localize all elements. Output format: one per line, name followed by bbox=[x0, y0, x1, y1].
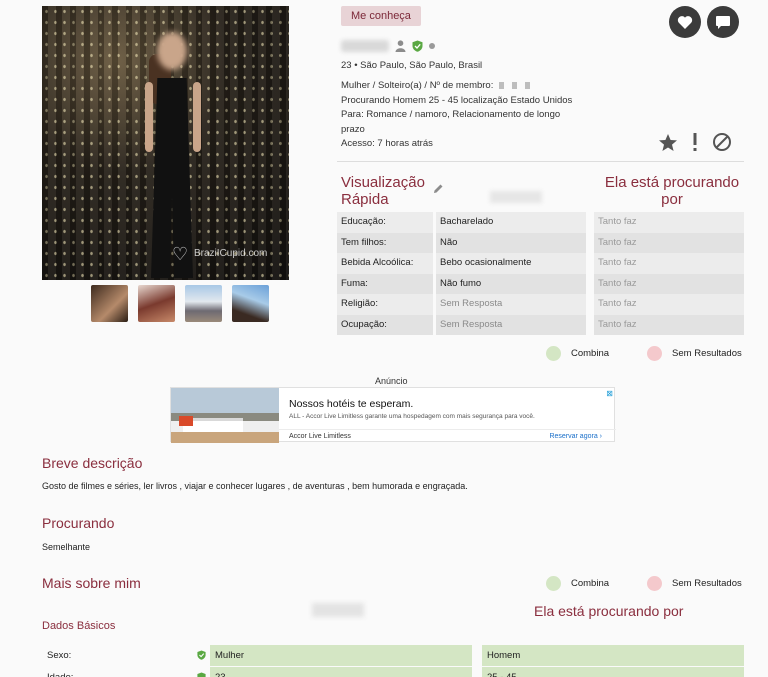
row-preference: Tanto faz bbox=[594, 314, 744, 335]
row-value: Bebo ocasionalmente bbox=[436, 253, 586, 274]
row-preference: Tanto faz bbox=[594, 212, 744, 233]
message-button[interactable] bbox=[707, 6, 739, 38]
row-preference: Tanto faz bbox=[594, 273, 744, 294]
photo-watermark: ♡ BraziICupid.com bbox=[172, 244, 268, 264]
table-row: Educação: Bacharelado Tanto faz bbox=[337, 212, 744, 233]
row-preference: Tanto faz bbox=[594, 253, 744, 274]
looking-for-text: Semelhante bbox=[42, 542, 91, 552]
details-line: Mulher / Solteiro(a) / Nº de membro: bbox=[341, 79, 572, 94]
blurred-username bbox=[341, 40, 389, 52]
table-row: Tem filhos: Não Tanto faz bbox=[337, 232, 744, 253]
chat-icon bbox=[716, 15, 730, 29]
verified-shield-icon bbox=[197, 650, 206, 660]
row-value: Sem Resposta bbox=[436, 314, 586, 335]
ad-brand: Accor Live Limitless bbox=[289, 433, 351, 440]
photo-thumbnail[interactable] bbox=[185, 285, 222, 322]
legend-nomatch: Sem Resultados bbox=[647, 346, 742, 361]
ad-banner[interactable]: Nossos hotéis te esperam. ALL - Accor Li… bbox=[170, 387, 616, 443]
legend-nomatch: Sem Resultados bbox=[647, 576, 742, 591]
location-line: 23 • São Paulo, São Paulo, Brasil bbox=[341, 60, 483, 71]
photo-thumbnail[interactable] bbox=[138, 285, 175, 322]
profile-main-photo[interactable]: ♡ BraziICupid.com bbox=[42, 6, 289, 280]
ad-close-icon[interactable]: ⊠ bbox=[606, 389, 613, 398]
row-value: 23 bbox=[210, 667, 472, 677]
star-icon[interactable] bbox=[658, 133, 678, 152]
photo-thumbnails bbox=[91, 285, 269, 322]
ad-cta-link[interactable]: Reservar agora › bbox=[549, 433, 602, 440]
profile-info: 23 • São Paulo, São Paulo, Brasil bbox=[341, 59, 482, 74]
row-value: Não bbox=[436, 232, 586, 253]
row-preference: Tanto faz bbox=[594, 294, 744, 315]
basic-data-title: Dados Básicos bbox=[42, 620, 116, 632]
row-label: Religião: bbox=[337, 294, 433, 315]
match-legend-2: Combina Sem Resultados bbox=[546, 576, 742, 591]
row-label: Educação: bbox=[337, 212, 433, 233]
blurred-username-column bbox=[490, 191, 542, 203]
relationship-line-cont: prazo bbox=[341, 123, 365, 135]
row-preference: Tanto faz bbox=[594, 232, 744, 253]
profile-divider bbox=[337, 161, 744, 162]
quick-view-seeking-title: Ela está procurando por bbox=[604, 174, 740, 208]
photo-person bbox=[137, 26, 207, 280]
row-value: Bacharelado bbox=[436, 212, 586, 233]
online-status-dot bbox=[429, 43, 435, 49]
seeking-line: Procurando Homem 25 - 45 localização Est… bbox=[341, 94, 573, 106]
row-label: Bebida Alcoólica: bbox=[337, 253, 433, 274]
blurred-username-column bbox=[312, 603, 364, 617]
short-description-title: Breve descrição bbox=[42, 455, 143, 471]
row-preference: Homem bbox=[482, 645, 744, 666]
table-row: Sexo: Mulher Homem bbox=[42, 645, 744, 666]
like-button[interactable] bbox=[669, 6, 701, 38]
ad-footer: Accor Live Limitless Reservar agora › bbox=[279, 429, 616, 442]
relationship-line: Para: Romance / namoro, Relacionamento d… bbox=[341, 109, 561, 120]
quick-view-title: Visualização Rápida bbox=[341, 174, 425, 208]
quick-view-table: Educação: Bacharelado Tanto faz Tem filh… bbox=[337, 212, 744, 335]
table-row: Ocupação: Sem Resposta Tanto faz bbox=[337, 314, 744, 335]
row-label: Sexo: bbox=[47, 650, 72, 661]
short-description-text: Gosto de filmes e séries, ler livros , v… bbox=[42, 481, 468, 491]
profile-details: Mulher / Solteiro(a) / Nº de membro: Pro… bbox=[341, 79, 572, 152]
row-value: Sem Resposta bbox=[436, 294, 586, 315]
row-value: Mulher bbox=[210, 645, 472, 666]
table-row: Fuma: Não fumo Tanto faz bbox=[337, 273, 744, 294]
row-label: Tem filhos: bbox=[337, 232, 433, 253]
table-row: Idade: 23 25 - 45 bbox=[42, 667, 744, 677]
report-icon[interactable] bbox=[691, 132, 699, 152]
row-label: Idade: bbox=[47, 667, 73, 677]
nomatch-swatch bbox=[647, 346, 663, 361]
profile-action-icons bbox=[658, 132, 732, 152]
heart-icon bbox=[677, 15, 693, 29]
watermark-heart-icon: ♡ bbox=[172, 244, 189, 264]
legend-match: Combina bbox=[546, 576, 609, 591]
photo-thumbnail[interactable] bbox=[91, 285, 128, 322]
match-swatch bbox=[546, 346, 561, 361]
row-label: Fuma: bbox=[337, 273, 433, 294]
ad-subtitle: ALL - Accor Live Limitless garante uma h… bbox=[289, 413, 535, 420]
table-row: Religião: Sem Resposta Tanto faz bbox=[337, 294, 744, 315]
match-swatch bbox=[546, 576, 561, 591]
looking-for-title: Procurando bbox=[42, 515, 115, 531]
last-access-line: Acesso: 7 horas atrás bbox=[341, 138, 433, 149]
row-preference: 25 - 45 bbox=[482, 667, 744, 677]
ad-title: Nossos hotéis te esperam. bbox=[289, 398, 414, 410]
match-legend: Combina Sem Resultados bbox=[546, 346, 742, 361]
profile-name-row bbox=[341, 40, 435, 52]
pencil-icon[interactable] bbox=[433, 183, 444, 194]
table-row: Bebida Alcoólica: Bebo ocasionalmente Ta… bbox=[337, 253, 744, 274]
more-about-seeking-title: Ela está procurando por bbox=[534, 603, 684, 619]
photo-thumbnail[interactable] bbox=[232, 285, 269, 322]
meet-me-button[interactable]: Me conheça bbox=[341, 6, 421, 26]
user-icon bbox=[395, 40, 406, 52]
row-label: Ocupação: bbox=[337, 314, 433, 335]
ad-label: Anúncio bbox=[375, 376, 408, 386]
verified-shield-icon bbox=[412, 40, 423, 52]
row-value: Não fumo bbox=[436, 273, 586, 294]
blurred-member-number bbox=[499, 81, 537, 89]
nomatch-swatch bbox=[647, 576, 663, 591]
more-about-me-title: Mais sobre mim bbox=[42, 575, 141, 591]
ad-image bbox=[171, 388, 279, 443]
verified-shield-icon bbox=[197, 672, 206, 677]
block-icon[interactable] bbox=[712, 132, 732, 152]
legend-match: Combina bbox=[546, 346, 609, 361]
